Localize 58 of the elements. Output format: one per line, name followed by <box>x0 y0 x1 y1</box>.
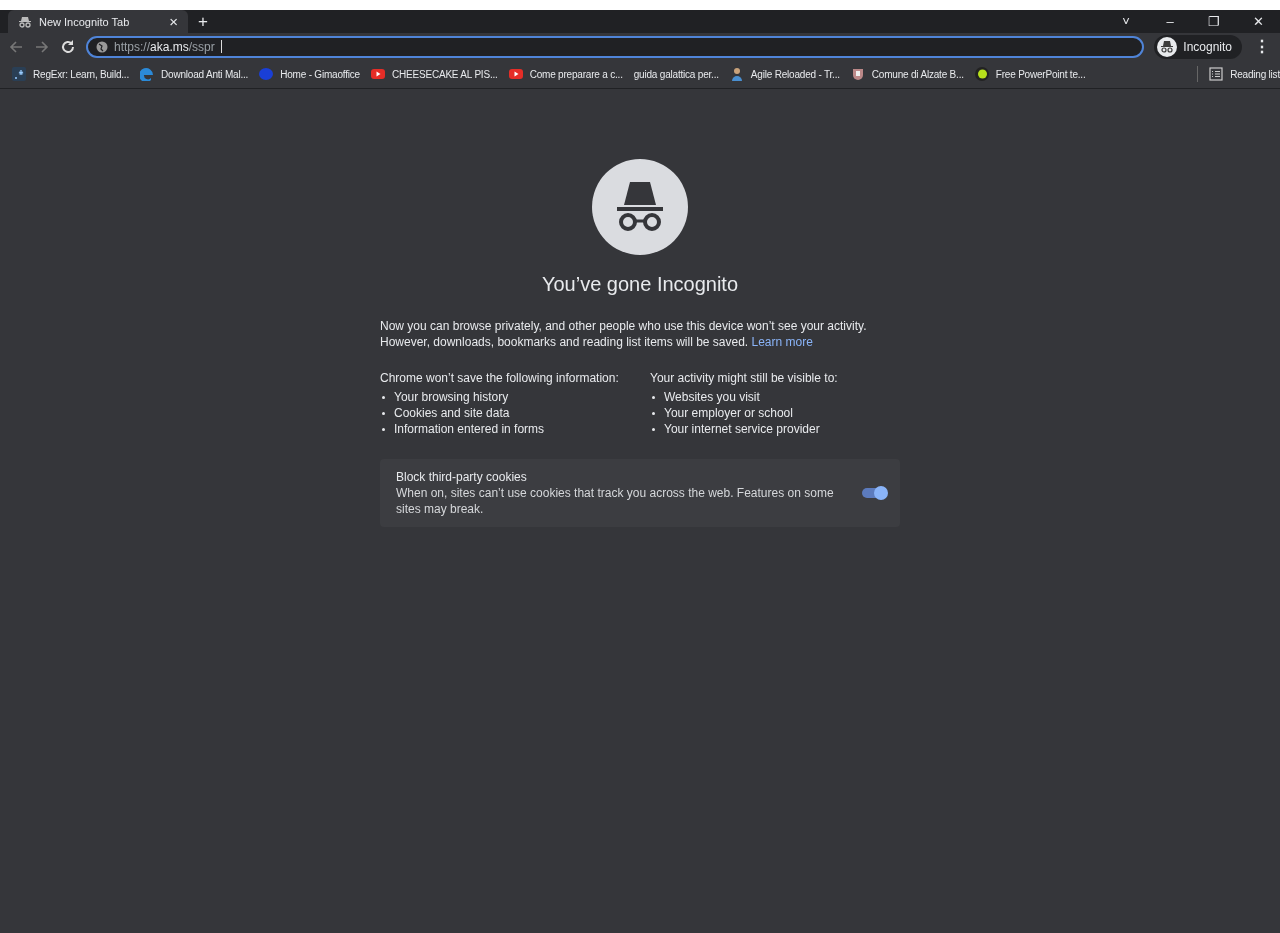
bookmark[interactable]: Home - Gimaoffice <box>259 67 360 81</box>
oval-logo-icon <box>259 67 274 81</box>
regex-icon <box>12 67 26 81</box>
back-icon[interactable] <box>8 38 24 55</box>
incognito-icon <box>18 15 32 28</box>
bookmark[interactable]: Free PowerPoint te... <box>974 67 1086 81</box>
list-item: Your browsing history <box>394 389 509 405</box>
close-tab-button[interactable]: × <box>169 13 178 30</box>
globe-icon <box>96 40 108 53</box>
window-control-button[interactable]: – <box>1148 14 1192 29</box>
window-control-button[interactable]: ✕ <box>1236 14 1280 29</box>
crest-icon <box>850 67 865 81</box>
bookmark[interactable]: Comune di Alzate B... <box>850 67 964 81</box>
bookmark[interactable]: Agile Reloaded - Tr... <box>729 67 840 81</box>
bookmark[interactable]: guida galattica per... <box>633 68 719 80</box>
menu-button[interactable]: ⋮ <box>1252 37 1272 56</box>
incognito-icon <box>592 159 688 255</box>
list-icon <box>1209 67 1224 81</box>
list-heading: Your activity might still be visible to: <box>650 370 839 386</box>
new-tab-button[interactable]: + <box>188 11 218 32</box>
list-item: Websites you visit <box>664 389 760 405</box>
bullet-icon <box>652 395 655 399</box>
bullet-icon <box>652 411 655 415</box>
bullet-icon <box>652 427 655 431</box>
learn-more-link[interactable]: Learn more <box>751 335 813 349</box>
list-heading: Chrome won’t save the following information: <box>380 370 620 386</box>
list-item: Your employer or school <box>664 405 793 421</box>
incognito-profile-button[interactable]: Incognito <box>1154 34 1242 59</box>
play-icon <box>370 69 385 79</box>
toggle-switch[interactable] <box>862 488 886 498</box>
play-icon <box>508 69 523 79</box>
address-bar[interactable]: https://aka.ms/sspr <box>86 35 1145 58</box>
person-icon <box>729 67 744 81</box>
incognito-icon <box>1157 36 1178 57</box>
page-heading: You’ve gone Incognito <box>541 273 739 296</box>
url-text: https://aka.ms/sspr <box>114 39 215 54</box>
window-control-button[interactable]: ˅ <box>1104 14 1148 29</box>
list-item: Cookies and site data <box>394 405 510 421</box>
reload-icon[interactable] <box>60 38 76 55</box>
bookmark[interactable]: Download Anti Mal... <box>140 67 249 81</box>
browser-tab[interactable]: New Incognito Tab × <box>8 10 188 33</box>
card-description: When on, sites can’t use cookies that track you across the web. Features on some sites may break. <box>396 485 835 517</box>
forward-icon[interactable] <box>34 38 50 55</box>
card-title: Block third-party cookies <box>396 469 528 485</box>
lime-circle-icon <box>974 67 989 81</box>
bookmark[interactable]: RegExr: Learn, Build... <box>12 67 129 81</box>
bookmark[interactable]: Come preparare a c... <box>508 68 623 80</box>
browser-logo-icon <box>140 67 154 81</box>
tab-title: New Incognito Tab <box>39 15 131 28</box>
list-item: Information entered in forms <box>394 421 545 437</box>
bullet-icon <box>382 411 385 415</box>
bookmark[interactable]: CHEESECAKE AL PIS... <box>370 68 498 80</box>
window-control-button[interactable]: ❐ <box>1192 14 1236 29</box>
intro-paragraph: Now you can browse privately, and other people who use this device won’t see your activity. However, downloads, bookmarks and reading list items will be saved. Learn more <box>380 318 868 350</box>
bullet-icon <box>382 427 385 431</box>
bullet-icon <box>382 395 385 399</box>
list-item: Your internet service provider <box>664 421 820 437</box>
reading-list-button[interactable]: Reading list <box>1209 67 1280 81</box>
